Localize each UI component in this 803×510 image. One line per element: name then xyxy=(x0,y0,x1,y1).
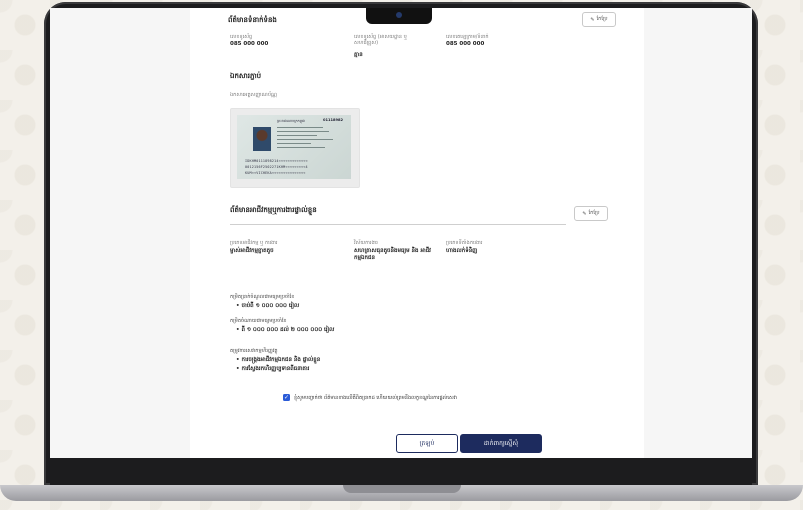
pencil-icon: ✎ xyxy=(582,210,587,217)
submit-application-button[interactable]: ដាក់ពាក្យស្នើសុំ xyxy=(460,434,542,453)
mrz-line-3: KUM<<VICHEKA<<<<<<<<<<<<<<< xyxy=(245,171,306,175)
sector-value: សហគ្រាសធុនតូចនិងមធ្យម និង អាជីវកម្មឯកជន xyxy=(354,248,431,261)
needs-question: តម្រូវការសេវាកម្មហិរញ្ញវត្ថុ xyxy=(230,348,278,354)
business-type-value: ម្ចាស់អាជីវកម្មខ្នាតតូច xyxy=(230,248,274,254)
documents-section-title: ឯកសារភ្ជាប់ xyxy=(230,72,262,80)
edit-label: កែប្រែ xyxy=(588,210,600,216)
alt-phone-value: គ្មាន xyxy=(354,52,363,58)
location-type-value: ហាងលក់ទំនិញ xyxy=(446,248,478,254)
income-answer: • ចាប់ពី ១ ០០០ ០០០ រៀល xyxy=(236,303,300,309)
telegram-label: លេខតេឡេក្រាម/ទំនាក់ xyxy=(446,34,489,40)
webcam-notch xyxy=(366,8,432,24)
phone-value: 085 000 000 xyxy=(230,41,269,47)
id-card-number: 01118982 xyxy=(323,118,344,122)
left-side-pane xyxy=(50,8,190,458)
business-type-label: ប្រភេទអាជីវកម្ម ឬ ការងារ xyxy=(230,240,278,246)
telegram-value: 085 000 000 xyxy=(446,41,485,47)
form-review-content: ព័ត៌មានទំនាក់ទំនង ✎ កែប្រែ លេខទូរស័ព្ទ 0… xyxy=(190,8,644,458)
phone-label: លេខទូរស័ព្ទ xyxy=(230,34,253,40)
laptop-bottom-bezel xyxy=(50,458,752,485)
location-type-label: ប្រភេទទីតាំងការងារ xyxy=(446,240,483,246)
expense-answer: • ពី ១ ០០០ ០០០ ដល់ ២ ០០០ ០០០ រៀល xyxy=(236,327,335,333)
consent-text: ខ្ញុំសូមបញ្ជាក់ថា ព័ត៌មានខាងលើគឺពិតប្រាក… xyxy=(294,395,457,401)
section-divider xyxy=(230,224,566,225)
id-card-label: ឯកសារអត្តសញ្ញាណប័ណ្ណ xyxy=(230,92,278,98)
edit-label: កែប្រែ xyxy=(596,16,608,22)
expense-question: កម្រិតចំណាយជាមធ្យមប្រចាំខែ xyxy=(230,318,287,324)
id-card-image[interactable]: ព្រះរាជាណាចក្រកម្ពុជា 01118982 IDKHM0111… xyxy=(230,108,360,188)
mrz-line-2: 0012156F2502271KHM<<<<<<<<<4 xyxy=(245,165,308,169)
id-card-header: ព្រះរាជាណាចក្រកម្ពុជា xyxy=(277,119,306,123)
consent-checkbox[interactable]: ✓ xyxy=(283,394,290,401)
right-side-pane xyxy=(644,8,752,458)
laptop-screen: ព័ត៌មានទំនាក់ទំនង ✎ កែប្រែ លេខទូរស័ព្ទ 0… xyxy=(50,8,752,458)
pencil-icon: ✎ xyxy=(590,16,595,23)
needs-item: • ការស្វែងរកហិរញ្ញប្បទានពីធនាគារ xyxy=(236,366,310,372)
alt-phone-label: លេខទូរស័ព្ទ (អាសយដ្ឋាន ឬ សហជីព្រូស) xyxy=(354,34,407,46)
contact-edit-button[interactable]: ✎ កែប្រែ xyxy=(582,12,616,27)
id-card-face: ព្រះរាជាណាចក្រកម្ពុជា 01118982 IDKHM0111… xyxy=(237,115,351,179)
laptop-opening-notch xyxy=(343,485,461,493)
contact-section-title: ព័ត៌មានទំនាក់ទំនង xyxy=(228,16,277,24)
business-section-title: ព័ត៌មានអាជីវកម្មឬការងារផ្ទាល់ខ្លួន xyxy=(230,206,317,214)
id-photo xyxy=(253,127,271,151)
mrz-line-1: IDKHM0111898214<<<<<<<<<<<<< xyxy=(245,159,308,163)
income-question: កម្រិតប្រាក់ចំណូលជាមធ្យមប្រចាំខែ xyxy=(230,294,295,300)
needs-item: • ការចង្ក្រងអាជីវកម្មឯកជន និង ផ្ទាល់ខ្លួ… xyxy=(236,357,321,363)
back-button[interactable]: ត្រឡប់ xyxy=(396,434,458,453)
business-edit-button[interactable]: ✎ កែប្រែ xyxy=(574,206,608,221)
sector-label: វិស័យការងារ xyxy=(354,240,378,246)
